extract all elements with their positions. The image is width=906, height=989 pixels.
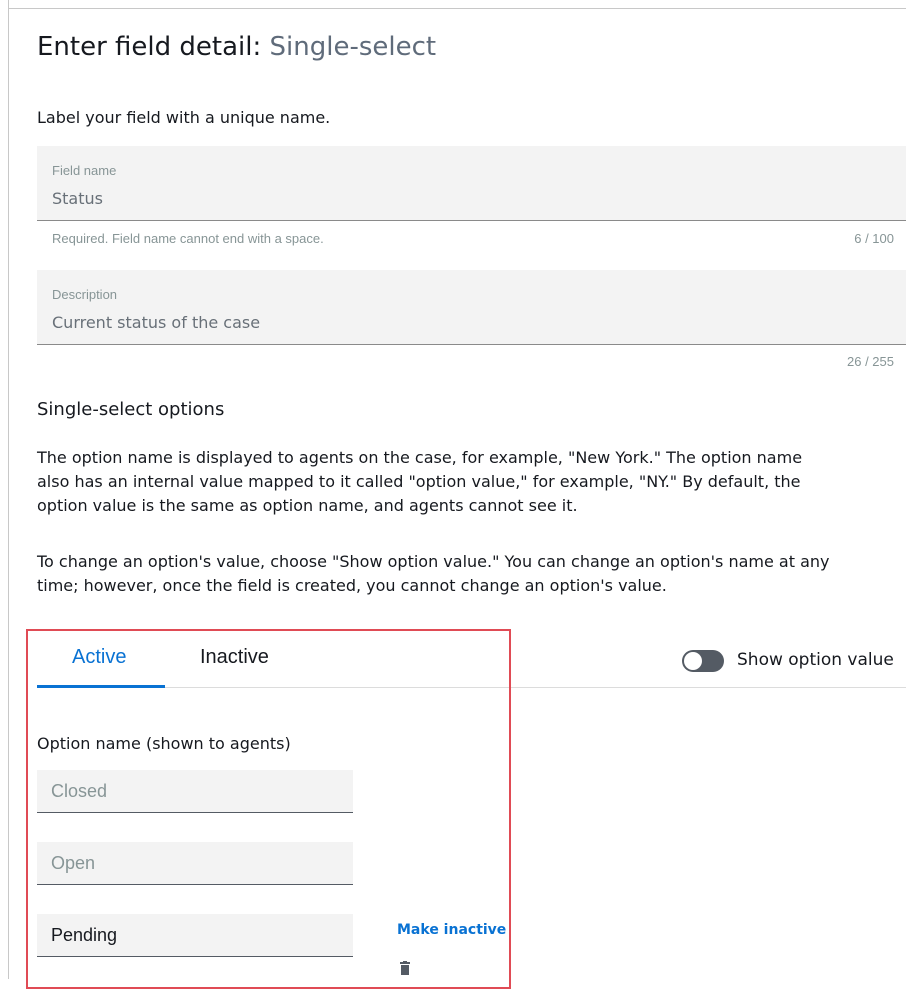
page-title: Enter field detail: Single-select <box>37 32 436 62</box>
options-para1-line1: The option name is displayed to agents o… <box>37 448 803 467</box>
description-value[interactable]: Current status of the case <box>52 313 260 332</box>
options-para1-line3: option value is the same as option name,… <box>37 496 578 515</box>
highlight-box <box>26 629 511 989</box>
toggle-knob <box>684 652 702 670</box>
field-name-value[interactable]: Status <box>52 189 103 208</box>
field-name-input[interactable]: Field name Status <box>37 146 906 221</box>
page-title-type: Single-select <box>269 32 437 62</box>
description-label: Description <box>52 287 118 302</box>
options-para2-line1: To change an option's value, choose "Sho… <box>37 552 830 571</box>
options-section-title: Single-select options <box>37 399 225 420</box>
description-counter: 26 / 255 <box>847 354 894 369</box>
intro-text: Label your field with a unique name. <box>37 108 331 127</box>
description-input[interactable]: Description Current status of the case <box>37 270 906 345</box>
options-para1-line2: also has an internal value mapped to it … <box>37 472 801 491</box>
field-name-label: Field name <box>52 163 117 178</box>
options-para2-line2: time; however, once the field is created… <box>37 576 667 595</box>
field-name-hint: Required. Field name cannot end with a s… <box>52 231 324 246</box>
show-option-value-toggle[interactable] <box>682 650 724 672</box>
show-option-value-label: Show option value <box>737 650 894 670</box>
frame-border-left <box>8 0 9 979</box>
frame-border-top <box>8 8 906 9</box>
page-title-prefix: Enter field detail: <box>37 32 262 62</box>
field-name-counter: 6 / 100 <box>854 231 894 246</box>
